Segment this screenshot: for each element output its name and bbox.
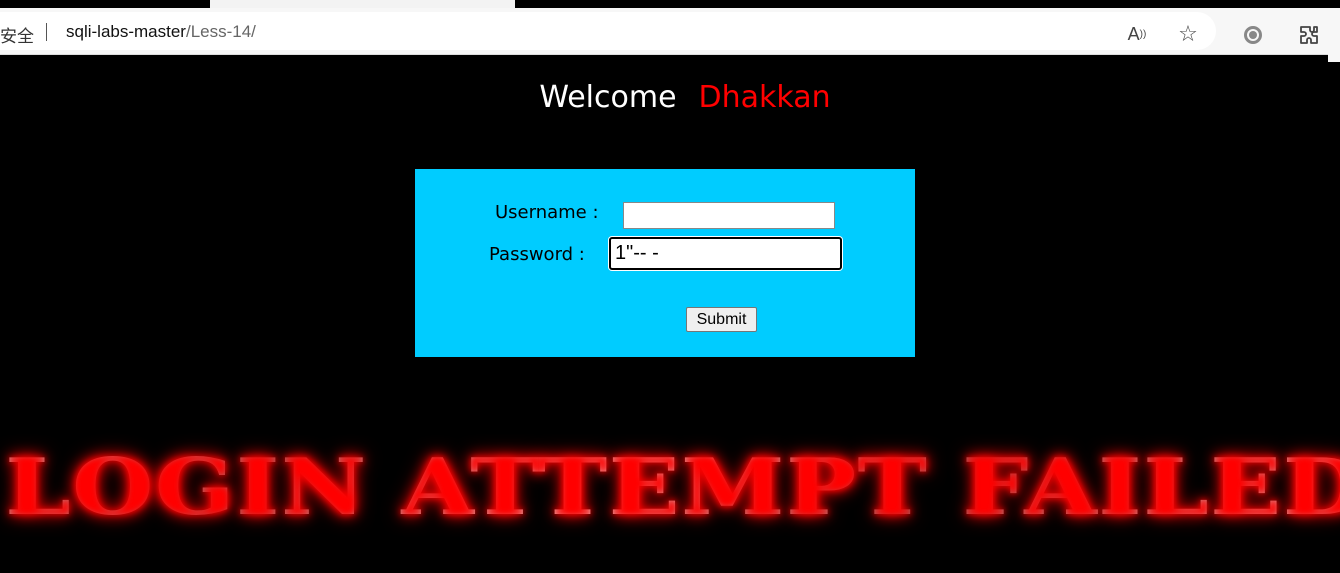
login-failed-banner: LOGIN ATTEMPT FAILED <box>0 446 1340 530</box>
result-area: LOGIN ATTEMPT FAILED <box>0 0 1340 573</box>
